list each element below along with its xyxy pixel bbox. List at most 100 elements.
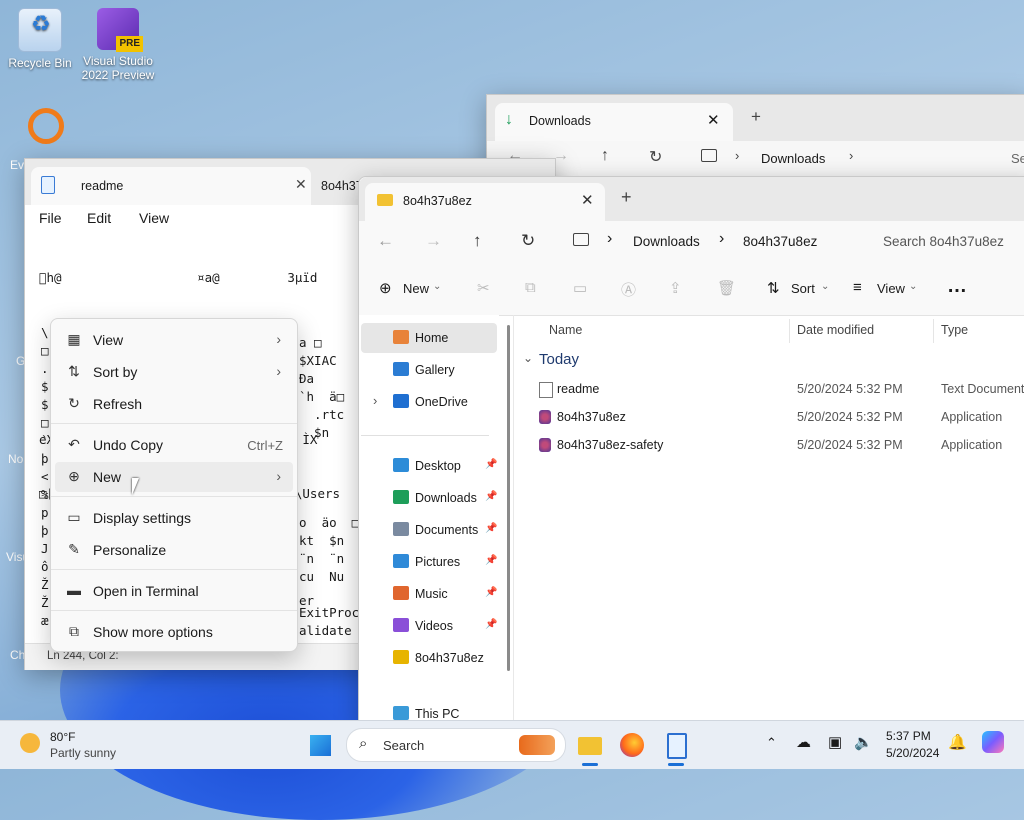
context-menu-item-show-more-options[interactable]: ⧉ Show more options — [55, 617, 293, 647]
text-file-icon — [539, 382, 553, 398]
nav-item-pictures[interactable]: Pictures 📌 — [361, 547, 497, 577]
clock-time[interactable]: 5:37 PM — [886, 729, 931, 743]
display-icon[interactable]: ▣ — [828, 733, 842, 751]
text-fragment: % — [41, 487, 49, 502]
refresh-icon[interactable]: ↻ — [649, 147, 662, 167]
rename-icon[interactable]: Ⓐ — [621, 279, 636, 300]
refresh-icon: ↻ — [68, 395, 80, 411]
context-menu-item-new[interactable]: ⊕ New › — [55, 462, 293, 492]
file-row[interactable]: readme 5/20/2024 5:32 PM Text Document — [519, 375, 1024, 403]
volume-icon[interactable]: 🔈 — [854, 733, 873, 751]
nav-item-8o4h37u8ez[interactable]: 8o4h37u8ez — [361, 643, 497, 673]
network-off-icon[interactable]: ☁ — [796, 733, 811, 751]
menu-edit[interactable]: Edit — [87, 210, 111, 226]
weather-widget[interactable]: 80°F Partly sunny — [14, 727, 124, 763]
context-menu-item-display-settings[interactable]: ▭ Display settings — [55, 503, 293, 533]
explorer-window[interactable]: 8o4h37u8ez ✕ + ← → ↑ ↻ › Downloads › 8o4… — [358, 176, 1024, 724]
close-icon[interactable]: ✕ — [295, 176, 307, 193]
nav-item-music[interactable]: Music 📌 — [361, 579, 497, 609]
paste-icon[interactable]: ▭ — [573, 279, 587, 297]
new-tab-icon[interactable]: + — [751, 107, 761, 127]
taskbar-firefox[interactable] — [616, 729, 648, 761]
notepad-tab-readme[interactable]: readme ✕ — [31, 167, 311, 205]
music-icon — [393, 586, 409, 600]
breadcrumb-item[interactable]: Downloads — [761, 151, 825, 166]
refresh-icon[interactable]: ↻ — [521, 231, 535, 251]
sort-button[interactable]: Sort — [791, 281, 815, 296]
share-icon[interactable]: ⇪ — [669, 279, 682, 297]
notepad-tab-second[interactable]: 8o4h37 — [321, 179, 363, 193]
folder-icon — [578, 737, 602, 755]
close-icon[interactable]: ✕ — [581, 191, 594, 209]
forward-icon[interactable]: → — [425, 231, 442, 251]
clock-date[interactable]: 5/20/2024 — [886, 746, 939, 760]
copilot-icon[interactable] — [982, 731, 1004, 753]
pc-icon[interactable] — [573, 233, 589, 246]
windows-logo-icon — [309, 734, 331, 756]
context-menu-item-sort-by[interactable]: ⇅ Sort by › — [55, 357, 293, 387]
copy-icon[interactable]: ⧉ — [525, 279, 536, 296]
view-button[interactable]: View — [877, 281, 905, 296]
taskbar-file-explorer[interactable] — [574, 729, 606, 766]
search-input[interactable]: Search 8o4h37u8ez — [883, 234, 1004, 249]
chevron-right-icon[interactable]: › — [373, 393, 377, 408]
text-fragment: ¨n ¨n — [299, 551, 345, 566]
text-fragment: J — [41, 541, 49, 556]
cut-icon[interactable]: ✂ — [477, 279, 490, 297]
chevron-up-icon[interactable]: ⌃ — [766, 735, 777, 751]
context-menu-label: Show more options — [93, 624, 213, 640]
taskbar: 80°F Partly sunny ⌕ Search ⌃ ☁ ▣ 🔈 5:37 … — [0, 720, 1024, 769]
explorer-tab-title: 8o4h37u8ez — [403, 194, 472, 208]
context-menu-item-view[interactable]: ▦ View › — [55, 325, 293, 355]
sort-icon: ⇅ — [68, 363, 80, 379]
notification-bell-icon[interactable]: 🔔 — [948, 733, 967, 751]
file-row[interactable]: 8o4h37u8ez 5/20/2024 5:32 PM Application — [519, 403, 1024, 431]
column-type[interactable]: Type — [941, 323, 968, 337]
column-date[interactable]: Date modified — [797, 323, 874, 337]
column-name[interactable]: Name — [549, 323, 582, 337]
this-pc-icon — [393, 706, 409, 720]
breadcrumb-downloads[interactable]: Downloads — [633, 234, 700, 249]
delete-icon[interactable]: 🗑 — [717, 279, 736, 297]
desktop-icon-recycle-bin[interactable]: ♻ Recycle Bin — [2, 8, 78, 70]
nav-item-videos[interactable]: Videos 📌 — [361, 611, 497, 641]
up-icon[interactable]: ↑ — [601, 147, 609, 165]
gallery-icon — [393, 362, 409, 376]
nav-item-label: Documents — [415, 523, 479, 537]
downloads-tab-title: Downloads — [529, 114, 591, 128]
active-indicator — [668, 763, 684, 766]
context-menu-item-undo-copy[interactable]: ↶ Undo Copy Ctrl+Z — [55, 430, 293, 460]
nav-item-desktop[interactable]: Desktop 📌 — [361, 451, 497, 481]
taskbar-notepad[interactable] — [660, 729, 692, 766]
text-fragment: alidate — [299, 623, 352, 638]
nav-item-gallery[interactable]: Gallery — [361, 355, 497, 385]
nav-item-onedrive[interactable]: › OneDrive — [361, 387, 497, 417]
nav-scrollbar[interactable] — [507, 325, 510, 671]
back-icon[interactable]: ← — [377, 231, 394, 251]
context-menu-item-personalize[interactable]: ✎ Personalize — [55, 535, 293, 565]
new-tab-icon[interactable]: + — [621, 187, 632, 208]
file-name: 8o4h37u8ez-safety — [557, 438, 664, 452]
breadcrumb-current[interactable]: 8o4h37u8ez — [743, 234, 817, 249]
menu-view[interactable]: View — [139, 210, 169, 226]
new-button[interactable]: New — [403, 281, 429, 296]
close-icon[interactable]: ✕ — [707, 111, 720, 129]
desktop-icon-magnifier[interactable] — [22, 106, 64, 146]
downloads-tab[interactable]: ↓ Downloads ✕ — [495, 103, 733, 141]
application-icon — [539, 438, 551, 452]
more-options-button[interactable]: … — [947, 275, 967, 298]
pin-icon: 📌 — [485, 491, 498, 502]
context-menu-item-refresh[interactable]: ↻ Refresh — [55, 389, 293, 419]
search-field-partial[interactable]: Se — [1011, 151, 1024, 166]
context-menu-item-open-in-terminal[interactable]: ▬ Open in Terminal — [55, 576, 293, 606]
up-icon[interactable]: ↑ — [473, 231, 482, 251]
taskbar-search[interactable]: ⌕ Search — [346, 728, 566, 762]
nav-item-downloads[interactable]: Downloads 📌 — [361, 483, 497, 513]
nav-item-documents[interactable]: Documents 📌 — [361, 515, 497, 545]
file-row[interactable]: 8o4h37u8ez-safety 5/20/2024 5:32 PM Applic… — [519, 431, 1024, 459]
desktop-icon-visual-studio[interactable]: PRE Visual Studio 2022 Preview — [80, 8, 156, 82]
explorer-tab[interactable]: 8o4h37u8ez ✕ — [365, 183, 605, 221]
nav-item-home[interactable]: Home — [361, 323, 497, 353]
menu-file[interactable]: File — [39, 210, 62, 226]
start-button[interactable] — [304, 729, 336, 761]
